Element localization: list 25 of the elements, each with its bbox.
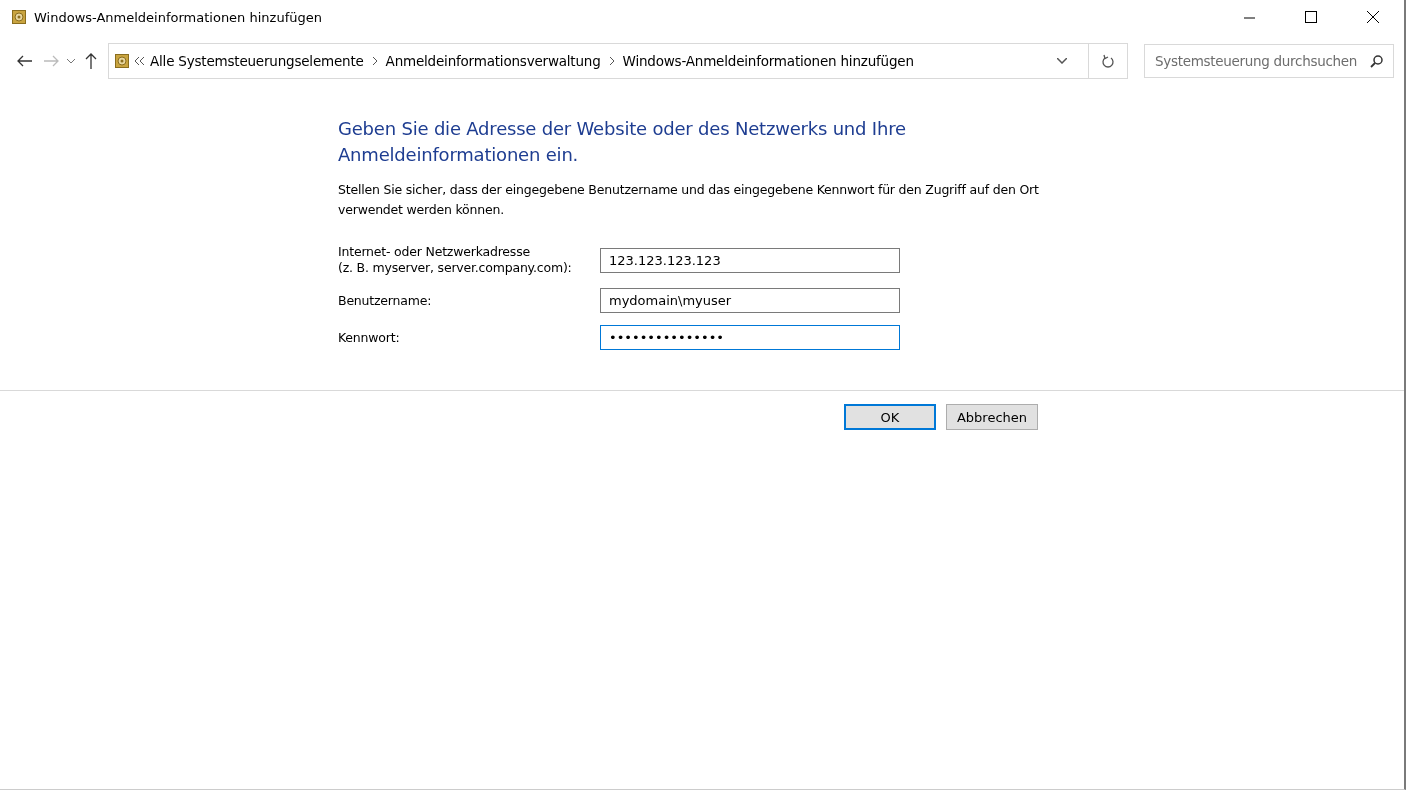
close-icon[interactable] xyxy=(1367,11,1379,23)
cancel-button[interactable]: Abbrechen xyxy=(946,404,1038,430)
field-label: Internet- oder Netzwerkadresse xyxy=(338,244,531,260)
input-field[interactable]: ••••••••••••••• xyxy=(600,325,900,350)
up-arrow-icon[interactable] xyxy=(85,53,97,69)
description-text: Stellen Sie sicher, dass der eingegebene Benutzername und das eingegebene Kennwort für den Zugriff auf den Ort verwendet werden können. xyxy=(338,181,1040,219)
input-field[interactable]: 123.123.123.123 xyxy=(600,247,900,273)
app-icon xyxy=(115,54,129,68)
app-icon xyxy=(12,10,26,24)
search-icon xyxy=(1370,54,1383,68)
maximize-icon[interactable] xyxy=(1305,11,1317,23)
overflow-chevrons-icon[interactable] xyxy=(135,57,144,65)
field-label: Benutzername: xyxy=(338,292,433,309)
breadcrumb-item[interactable]: Anmeldeinformationsverwaltung xyxy=(385,53,601,69)
ok-button[interactable]: OK xyxy=(844,404,936,430)
input-field[interactable]: mydomain\myuser xyxy=(600,288,900,313)
breadcrumb-item[interactable]: Windows-Anmeldeinformationen hinzufügen xyxy=(622,53,914,69)
breadcrumb-item[interactable]: Alle Systemsteuerungselemente xyxy=(150,53,364,69)
back-arrow-icon[interactable] xyxy=(17,55,33,67)
refresh-icon[interactable] xyxy=(1102,54,1114,68)
search-field[interactable]: Systemsteuerung durchsuchen xyxy=(1144,44,1394,78)
page-heading: Geben Sie die Adresse der Website oder des Netzwerks und Ihre Anmeldeinformationen ein. xyxy=(338,117,907,167)
field-hint: (z. B. myserver, server.company.com): xyxy=(338,260,573,276)
field-label: Kennwort: xyxy=(338,329,401,346)
window-title: Windows-Anmeldeinformationen hinzufügen xyxy=(34,9,323,25)
